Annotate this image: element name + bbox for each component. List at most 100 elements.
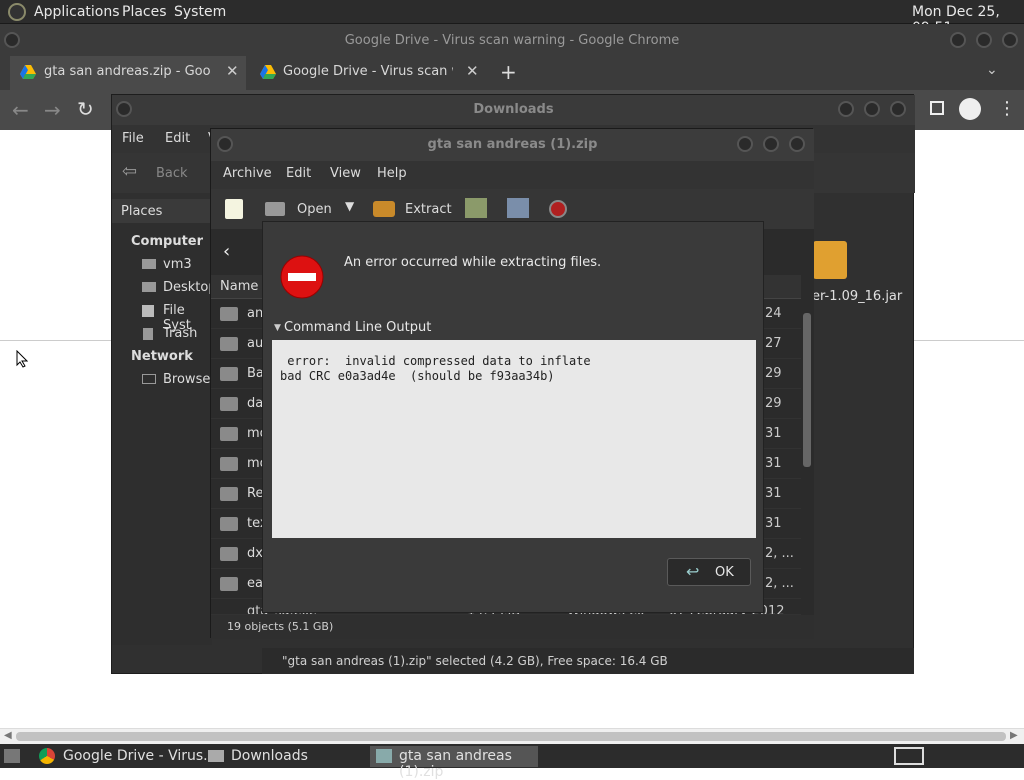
minimize-button[interactable] [950, 32, 966, 48]
folder-icon [220, 427, 238, 441]
menu-edit[interactable]: Edit [165, 131, 190, 146]
extract-button[interactable]: Extract [405, 202, 452, 217]
tab-close-icon[interactable]: ✕ [466, 62, 479, 80]
chrome-title-bar[interactable]: Google Drive - Virus scan warning - Goog… [0, 24, 1024, 56]
sidebar-item-browse-network[interactable]: Browse [163, 372, 210, 387]
tab-label: gta san andreas.zip - Google D [44, 64, 210, 79]
distro-logo-icon[interactable] [8, 3, 26, 21]
reload-icon[interactable]: ↻ [77, 97, 94, 121]
places-menu[interactable]: Places [122, 4, 167, 20]
applications-menu[interactable]: Applications [34, 4, 120, 20]
menu-view[interactable]: View [330, 166, 361, 181]
file-name: ea [247, 576, 263, 591]
trash-icon [143, 328, 153, 340]
file-name: an [247, 306, 264, 321]
minimize-button[interactable] [838, 101, 854, 117]
command-line-output-expander[interactable]: Command Line Output [284, 320, 431, 335]
new-tab-icon[interactable]: + [500, 60, 517, 84]
open-dropdown-chevron-icon[interactable]: ▼ [345, 199, 354, 213]
maximize-button[interactable] [976, 32, 992, 48]
back-nav-icon[interactable]: ‹ [223, 241, 230, 262]
computer-header: Computer [131, 234, 204, 249]
profile-avatar-icon[interactable] [959, 98, 981, 120]
folder-icon [220, 517, 238, 531]
file-name: dx [247, 546, 263, 561]
network-icon [142, 374, 156, 384]
tab-gta-zip[interactable]: gta san andreas.zip - Google D ✕ [10, 56, 246, 90]
archive-title: gta san andreas (1).zip [427, 137, 598, 152]
workspace-switcher-icon[interactable] [894, 747, 924, 765]
folder-icon [220, 397, 238, 411]
back-arrow-icon[interactable]: ← [12, 98, 29, 122]
scrollbar-thumb[interactable] [803, 313, 811, 467]
folder-icon [220, 487, 238, 501]
stop-icon[interactable] [549, 200, 567, 218]
chrome-window-title: Google Drive - Virus scan warning - Goog… [344, 33, 680, 48]
name-header-label: Name [220, 279, 259, 294]
sidebar-item-vm3[interactable]: vm3 [163, 257, 192, 272]
command-output-text[interactable]: error: invalid compressed data to inflat… [272, 340, 756, 538]
page-divider [0, 340, 111, 341]
task-archive[interactable]: gta san andreas (1).zip [370, 746, 538, 780]
scrollbar-thumb[interactable] [16, 732, 1006, 741]
downloads-status-text: "gta san andreas (1).zip" selected (4.2 … [282, 654, 668, 668]
scroll-right-icon[interactable]: ▶ [1010, 730, 1018, 741]
task-label: gta san andreas (1).zip [399, 748, 512, 780]
task-downloads[interactable]: Downloads [204, 746, 366, 767]
tab-close-icon[interactable]: ✕ [226, 62, 239, 80]
places-label: Places [121, 204, 163, 219]
sidebar-item-trash[interactable]: Trash [163, 326, 197, 341]
show-desktop-icon[interactable] [4, 749, 20, 763]
error-message: An error occurred while extracting files… [344, 255, 602, 270]
folder-icon [220, 367, 238, 381]
side-panel-icon[interactable] [930, 101, 944, 115]
close-button[interactable] [890, 101, 906, 117]
add-files-icon[interactable] [465, 198, 487, 218]
task-label: Downloads [231, 748, 308, 764]
sidebar-item-desktop[interactable]: Desktop [163, 280, 217, 295]
file-name: da [247, 396, 264, 411]
vertical-scrollbar[interactable] [801, 309, 813, 609]
menu-edit[interactable]: Edit [286, 166, 311, 181]
file-date: 29 [765, 366, 782, 381]
menu-archive[interactable]: Archive [223, 166, 272, 181]
chrome-tab-strip: gta san andreas.zip - Google D ✕ Google … [0, 56, 1024, 90]
add-folder-icon[interactable] [507, 198, 529, 218]
horizontal-scrollbar[interactable]: ◀ ▶ [0, 728, 1024, 744]
downloads-title-bar[interactable]: Downloads [112, 95, 915, 125]
file-date: 31 [765, 426, 782, 441]
menu-file[interactable]: File [122, 131, 144, 146]
file-date: 27 [765, 336, 782, 351]
open-button[interactable]: Open [297, 202, 332, 217]
menu-help[interactable]: Help [377, 166, 407, 181]
archive-title-bar[interactable]: gta san andreas (1).zip [211, 129, 814, 161]
back-arrow-icon[interactable]: ⇦ [122, 161, 137, 182]
open-folder-icon[interactable] [265, 202, 285, 216]
task-label: Google Drive - Virus... [63, 748, 217, 764]
chrome-menu-icon[interactable]: ⋮ [998, 98, 1016, 119]
extract-icon[interactable] [373, 201, 395, 217]
task-chrome[interactable]: Google Drive - Virus... [34, 746, 217, 767]
forward-arrow-icon[interactable]: → [44, 98, 61, 122]
back-button[interactable]: Back [156, 166, 188, 181]
file-icon [220, 577, 238, 591]
minimize-button[interactable] [737, 136, 753, 152]
scroll-left-icon[interactable]: ◀ [4, 730, 12, 741]
folder-icon [208, 750, 224, 762]
tab-virus-scan[interactable]: Google Drive - Virus scan war ✕ [250, 56, 486, 90]
new-archive-icon[interactable] [225, 199, 243, 219]
close-button[interactable] [1002, 32, 1018, 48]
close-button[interactable] [789, 136, 805, 152]
file-date: 24 [765, 306, 782, 321]
maximize-button[interactable] [763, 136, 779, 152]
downloads-status-bar: "gta san andreas (1).zip" selected (4.2 … [262, 648, 914, 674]
ok-button[interactable]: ↩ OK [667, 558, 751, 586]
tab-search-chevron-icon[interactable]: ⌄ [986, 62, 998, 78]
expander-arrow-icon[interactable]: ▼ [274, 323, 281, 333]
error-dialog[interactable]: An error occurred while extracting files… [262, 221, 764, 613]
maximize-button[interactable] [864, 101, 880, 117]
jar-file-label[interactable]: er-1.09_16.jar [812, 289, 902, 304]
mouse-cursor-icon [16, 349, 29, 372]
system-menu[interactable]: System [174, 4, 226, 20]
file-date: 29 [765, 396, 782, 411]
